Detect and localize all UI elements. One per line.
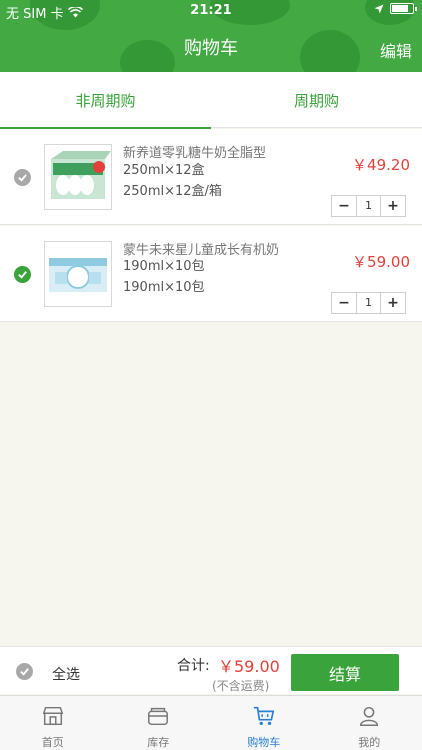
tab-non-cyclic[interactable]: 非周期购 [0, 72, 211, 129]
battery-icon [390, 3, 417, 14]
tabbar-label: 库存 [147, 736, 170, 749]
checkmark-icon [20, 668, 29, 676]
product-name: 新养道零乳糖牛奶全脂型 [123, 146, 267, 161]
page-title: 购物车 [184, 38, 238, 59]
tabbar-label: 购物车 [247, 736, 281, 749]
user-icon [360, 706, 379, 726]
cart-tabs: 非周期购 周期购 [0, 72, 422, 129]
product-spec: 250ml×12盒 [123, 163, 205, 178]
checkout-button[interactable]: 结算 [291, 654, 399, 691]
item-select-checkbox[interactable] [14, 266, 31, 283]
milk-box-icon [51, 151, 111, 199]
status-time: 21:21 [190, 3, 232, 18]
location-arrow-icon [374, 4, 384, 13]
quantity-value[interactable]: 1 [356, 196, 381, 216]
increase-button[interactable]: + [381, 293, 405, 313]
select-all-label[interactable]: 全选 [52, 664, 80, 684]
quantity-stepper: − 1 + [331, 195, 406, 217]
select-all-checkbox[interactable] [16, 663, 33, 680]
quantity-stepper: − 1 + [331, 292, 406, 314]
tabbar-item-home[interactable]: 首页 [0, 696, 106, 750]
status-right [374, 3, 417, 14]
checkmark-icon [18, 271, 27, 279]
status-bar: 无 SIM 卡 21:21 [0, 0, 422, 22]
tab-cyclic[interactable]: 周期购 [211, 72, 422, 128]
header: 无 SIM 卡 21:21 购物车 编辑 [0, 0, 422, 72]
milk-pack-icon [49, 258, 107, 292]
increase-button[interactable]: + [381, 196, 405, 216]
product-unit: 250ml×12盒/箱 [123, 184, 222, 199]
tabbar-item-profile[interactable]: 我的 [317, 696, 422, 750]
inventory-icon [148, 707, 169, 726]
total-price: ￥59.00 [218, 657, 280, 676]
product-image[interactable] [44, 241, 112, 307]
product-image[interactable] [44, 144, 112, 210]
total-label: 合计: [177, 658, 210, 674]
product-spec: 190ml×10包 [123, 259, 205, 274]
shipping-note: (不含运费) [212, 679, 270, 693]
product-price: ￥49.20 [352, 156, 410, 174]
quantity-value[interactable]: 1 [356, 293, 381, 313]
decrease-button[interactable]: − [332, 196, 356, 216]
decrease-button[interactable]: − [332, 293, 356, 313]
tabbar-item-inventory[interactable]: 库存 [106, 696, 212, 750]
tabbar-label: 首页 [41, 736, 64, 749]
store-icon [42, 706, 64, 726]
item-select-checkbox[interactable] [14, 169, 31, 186]
tabbar-label: 我的 [358, 736, 381, 749]
cart-icon [253, 706, 275, 726]
bottom-tab-bar: 首页 库存 购物车 我的 [0, 695, 422, 750]
product-price: ￥59.00 [352, 253, 410, 271]
cart-item: 新养道零乳糖牛奶全脂型 250ml×12盒 250ml×12盒/箱 ￥49.20… [0, 129, 422, 225]
edit-button[interactable]: 编辑 [380, 38, 412, 62]
product-unit: 190ml×10包 [123, 280, 205, 295]
checkout-bar: 全选 合计: ￥59.00 (不含运费) 结算 [0, 646, 422, 694]
checkmark-icon [18, 174, 27, 182]
tabbar-item-cart[interactable]: 购物车 [211, 696, 317, 750]
cart-item: 蒙牛未来星儿童成长有机奶 190ml×10包 190ml×10包 ￥59.00 … [0, 226, 422, 322]
